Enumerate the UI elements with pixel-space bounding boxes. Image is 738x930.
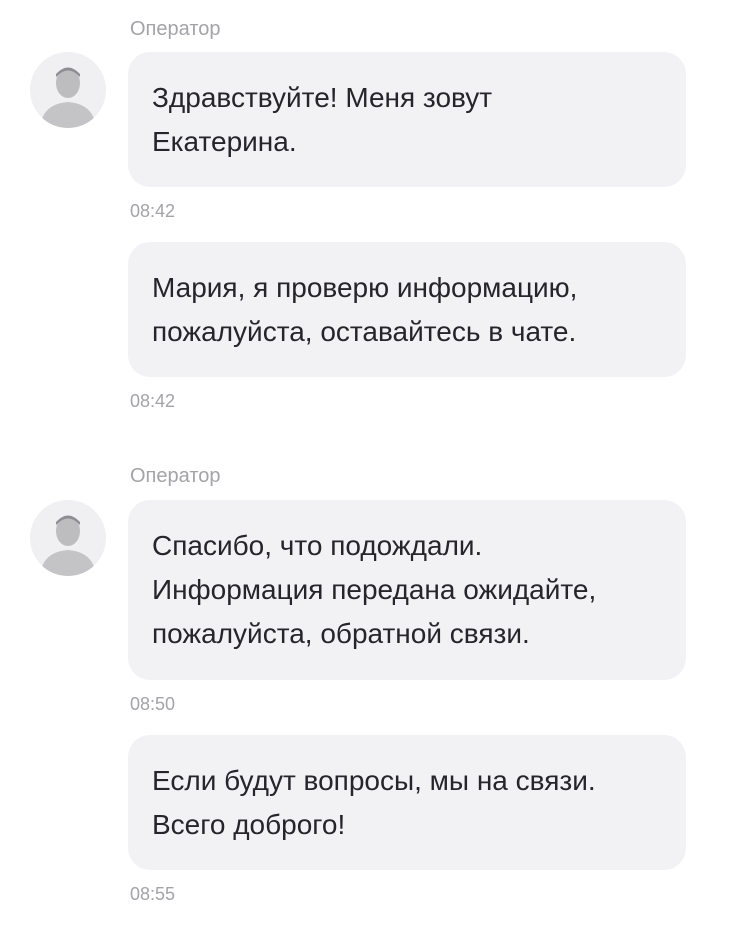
operator-avatar-icon bbox=[30, 52, 106, 128]
message-time: 08:42 bbox=[130, 201, 176, 221]
message-text: Здравствуйте! Меня зовут Екатерина. bbox=[152, 81, 493, 157]
sender-name: Оператор bbox=[130, 18, 221, 40]
sender-name: Оператор bbox=[130, 465, 221, 487]
message-text: Если будут вопросы, мы на связи. Всего д… bbox=[152, 764, 596, 840]
message-text: Спасибо, что подождали. Информация перед… bbox=[152, 530, 597, 649]
message-text: Мария, я проверю информацию, пожалуйста,… bbox=[152, 271, 578, 347]
message-time: 08:42 bbox=[130, 391, 176, 411]
message-time: 08:55 bbox=[130, 884, 176, 904]
operator-avatar-icon bbox=[30, 500, 106, 576]
message-bubble: Если будут вопросы, мы на связи. Всего д… bbox=[128, 735, 686, 870]
message-time: 08:50 bbox=[130, 694, 176, 714]
message-bubble: Спасибо, что подождали. Информация перед… bbox=[128, 500, 686, 680]
message-bubble: Здравствуйте! Меня зовут Екатерина. bbox=[128, 52, 686, 187]
message-bubble: Мария, я проверю информацию, пожалуйста,… bbox=[128, 242, 686, 377]
